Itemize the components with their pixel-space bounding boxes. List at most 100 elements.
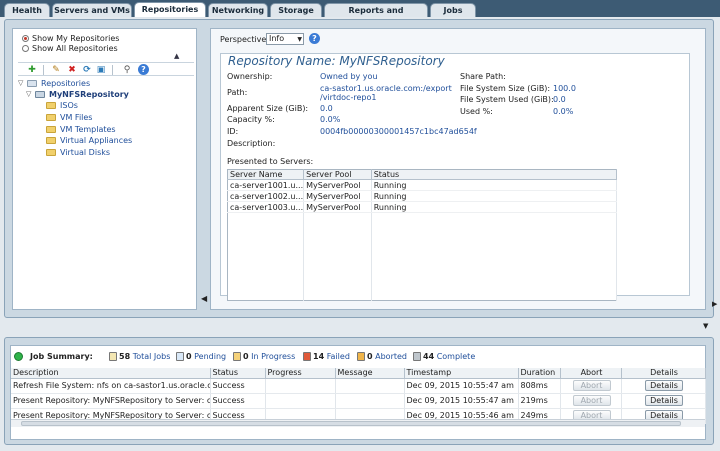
show-all-repositories-option[interactable]: Show All Repositories — [22, 43, 118, 53]
job-duration-cell: 219ms — [518, 393, 561, 409]
fs-size-value: 100.0 — [553, 84, 576, 93]
table-empty-area — [227, 212, 618, 301]
perspective-label: Perspective: — [220, 35, 270, 44]
folder-icon — [46, 114, 56, 121]
column-header-status[interactable]: Status — [210, 368, 266, 379]
description-label: Description: — [227, 139, 276, 148]
abort-button[interactable]: Abort — [572, 395, 611, 406]
tab-jobs[interactable]: Jobs — [430, 3, 476, 17]
fs-used-label: File System Used (GiB): — [460, 95, 554, 104]
table-row[interactable]: Refresh File System: nfs on ca-sastor1.u… — [11, 378, 706, 394]
column-header-details[interactable]: Details — [621, 368, 706, 379]
splitter-down-icon[interactable]: ▼ — [703, 322, 708, 330]
delete-icon[interactable]: ✖ — [67, 65, 77, 75]
scrollbar-thumb[interactable] — [21, 421, 681, 426]
tree-expander-icon[interactable]: ▽ — [18, 79, 23, 87]
table-row[interactable]: ca-server1003.u... MyServerPool Running — [227, 201, 618, 213]
table-row[interactable]: ca-server1001.u... MyServerPool Running — [227, 179, 618, 191]
tab-repositories[interactable]: Repositories — [134, 2, 206, 17]
radio-unselected-icon[interactable] — [22, 44, 29, 52]
job-timestamp-cell: Dec 09, 2015 10:55:47 am — [404, 378, 519, 394]
folder-icon — [46, 137, 56, 144]
column-header-server-name[interactable]: Server Name — [227, 169, 305, 180]
details-button[interactable]: Details — [645, 395, 683, 406]
abort-button[interactable]: Abort — [572, 380, 611, 391]
column-header-abort[interactable]: Abort — [560, 368, 622, 379]
repository-toolbar: ✚ ✎ ✖ ⟳ ▣ ⚲ ? — [18, 62, 194, 76]
search-icon[interactable]: ⚲ — [122, 65, 132, 75]
edit-pencil-icon[interactable]: ✎ — [51, 65, 61, 75]
id-value: 0004fb00000300001457c1bc47ad654f — [320, 127, 477, 136]
help-icon[interactable]: ? — [138, 64, 149, 75]
capacity-value: 0.0% — [320, 115, 341, 124]
column-header-progress[interactable]: Progress — [265, 368, 336, 379]
presented-to-servers-label: Presented to Servers: — [227, 157, 314, 166]
tree-expander-icon[interactable]: ▽ — [26, 90, 31, 98]
table-row[interactable]: ca-server1002.u... MyServerPool Running — [227, 190, 618, 202]
aborted-jobs-stat[interactable]: 0 Aborted — [357, 351, 407, 362]
repository-title: Repository Name: MyNFSRepository — [228, 54, 445, 68]
column-header-message[interactable]: Message — [335, 368, 405, 379]
server-pool-cell: MyServerPool — [303, 179, 372, 191]
in-progress-jobs-stat[interactable]: 0 In Progress — [233, 351, 295, 362]
tree-item-vm-templates[interactable]: VM Templates — [46, 124, 116, 135]
tab-storage[interactable]: Storage — [270, 3, 322, 17]
show-all-repositories-label: Show All Repositories — [32, 43, 118, 53]
present-icon[interactable]: ▣ — [96, 65, 106, 75]
job-timestamp-cell: Dec 09, 2015 10:55:47 am — [404, 393, 519, 409]
column-header-description[interactable]: Description — [11, 368, 211, 379]
apparent-size-value: 0.0 — [320, 104, 333, 113]
ownership-value: Owned by you — [320, 72, 378, 81]
table-row[interactable]: Present Repository: MyNFSRepository to S… — [11, 393, 706, 409]
tree-item-virtual-disks[interactable]: Virtual Disks — [46, 147, 110, 158]
tree-item-isos[interactable]: ISOs — [46, 100, 78, 111]
folder-icon — [46, 149, 56, 156]
tree-item-virtual-appliances[interactable]: Virtual Appliances — [46, 135, 132, 146]
table-header-row: Description Status Progress Message Time… — [11, 368, 706, 379]
job-summary-label: Job Summary: — [30, 352, 93, 361]
job-details-cell: Details — [621, 393, 706, 409]
column-header-duration[interactable]: Duration — [518, 368, 561, 379]
job-abort-cell: Abort — [560, 378, 622, 394]
tree-item-repositories[interactable]: Repositories — [27, 78, 90, 89]
tree-item-vm-files[interactable]: VM Files — [46, 112, 92, 123]
server-status-cell: Running — [371, 179, 618, 191]
toolbar-separator — [112, 65, 113, 75]
job-description-cell: Refresh File System: nfs on ca-sastor1.u… — [11, 378, 211, 394]
show-my-repositories-option[interactable]: Show My Repositories — [22, 33, 119, 43]
servers-table: Server Name Server Pool Status ca-server… — [227, 169, 618, 301]
pending-jobs-stat[interactable]: 0 Pending — [176, 351, 226, 362]
pending-icon — [176, 352, 184, 361]
server-status-cell: Running — [371, 190, 618, 202]
tab-networking[interactable]: Networking — [208, 3, 268, 17]
tree-item-mynfsrepository[interactable]: MyNFSRepository — [35, 89, 129, 100]
perspective-select[interactable]: Info ▼ — [266, 33, 304, 45]
tab-health[interactable]: Health — [4, 3, 50, 17]
collapse-up-icon[interactable]: ▲ — [174, 52, 179, 60]
details-button[interactable]: Details — [645, 380, 683, 391]
main-tab-bar: Health Servers and VMs Repositories Netw… — [0, 0, 720, 29]
column-header-status[interactable]: Status — [371, 169, 618, 180]
server-pool-cell: MyServerPool — [303, 190, 372, 202]
server-pool-cell: MyServerPool — [303, 201, 372, 213]
folder-icon — [46, 102, 56, 109]
add-icon[interactable]: ✚ — [27, 65, 37, 75]
job-status-cell: Success — [210, 393, 266, 409]
column-header-server-pool[interactable]: Server Pool — [303, 169, 372, 180]
complete-jobs-stat[interactable]: 44 Complete — [413, 351, 475, 362]
perspective-help-icon[interactable]: ? — [309, 33, 320, 44]
column-header-timestamp[interactable]: Timestamp — [404, 368, 519, 379]
radio-selected-icon[interactable] — [22, 34, 29, 42]
table-header-row: Server Name Server Pool Status — [227, 169, 618, 180]
capacity-label: Capacity %: — [227, 115, 275, 124]
tab-servers-and-vms[interactable]: Servers and VMs — [52, 3, 132, 17]
used-pct-value: 0.0% — [553, 107, 574, 116]
jobs-horizontal-scrollbar[interactable] — [11, 419, 705, 427]
chevron-down-icon: ▼ — [297, 36, 302, 43]
tab-reports-and-resources[interactable]: Reports and Resources — [324, 3, 428, 29]
failed-jobs-stat[interactable]: 14 Failed — [303, 351, 350, 362]
refresh-icon[interactable]: ⟳ — [82, 65, 92, 75]
expand-right-icon[interactable]: ▶ — [712, 300, 717, 308]
collapse-left-pane-icon[interactable]: ◀ — [201, 294, 207, 304]
total-jobs-stat[interactable]: 58 Total Jobs — [109, 351, 170, 362]
